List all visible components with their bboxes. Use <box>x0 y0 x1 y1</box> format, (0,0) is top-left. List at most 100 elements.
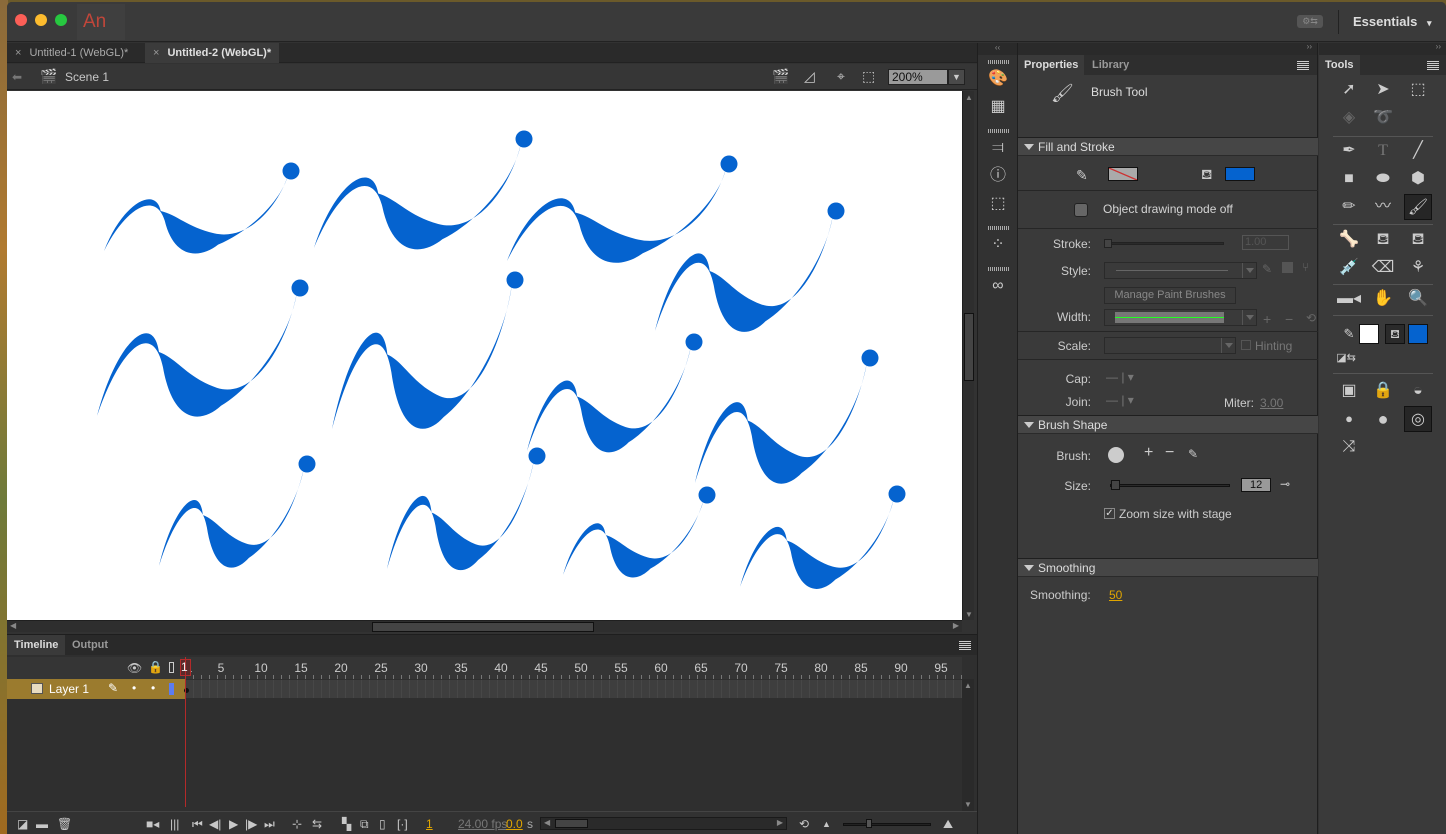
fill-color-bucket-icon[interactable]: ⛾ <box>1385 324 1405 344</box>
camera-icon[interactable]: ■◂ <box>146 817 159 831</box>
scroll-thumb[interactable] <box>372 622 594 632</box>
new-layer-icon[interactable]: ◪ <box>17 817 28 831</box>
pencil-tool[interactable]: ✏ <box>1335 194 1363 220</box>
brush-stroke[interactable] <box>314 143 521 250</box>
add-width-icon[interactable]: + <box>1263 311 1271 327</box>
manage-paint-brushes-button[interactable]: Manage Paint Brushes <box>1104 287 1236 304</box>
grip[interactable] <box>988 129 1010 133</box>
smoothing-value[interactable]: 50 <box>1109 588 1122 602</box>
stage-vertical-scrollbar[interactable]: ▲ ▼ <box>962 91 974 620</box>
brush-tool[interactable]: 🖌 <box>1404 194 1432 220</box>
minimize-window-button[interactable] <box>35 14 47 26</box>
hinting-checkbox[interactable] <box>1241 340 1251 350</box>
add-brush-shape-icon[interactable]: + <box>1144 444 1153 462</box>
layer-outline-color[interactable] <box>169 683 174 695</box>
zoom-tool[interactable]: 🔍 <box>1404 286 1432 312</box>
lasso-tool[interactable]: ➰ <box>1369 105 1397 131</box>
selection-tool[interactable]: ➚ <box>1335 77 1363 103</box>
brush-stroke[interactable] <box>695 362 867 484</box>
brush-stroke-end-dot[interactable] <box>528 447 546 465</box>
fps-value[interactable]: 24.00 fps <box>458 817 507 831</box>
edit-brush-shape-icon[interactable]: ✎ <box>1188 447 1198 461</box>
step-back-icon[interactable]: ◀| <box>209 817 221 831</box>
eyedropper-tool[interactable]: 💉 <box>1335 255 1363 281</box>
brush-stroke[interactable] <box>159 468 304 568</box>
section-brush-shape[interactable]: Brush Shape <box>1018 415 1318 434</box>
brush-stroke[interactable] <box>97 292 297 417</box>
brush-stroke-end-dot[interactable] <box>291 279 309 297</box>
workspace-switcher[interactable]: Essentials ▾ <box>1353 14 1431 29</box>
onion-outlines-icon[interactable]: ⧉ <box>360 817 369 831</box>
brush-stroke[interactable] <box>387 460 534 571</box>
scroll-thumb[interactable] <box>555 819 588 828</box>
stroke-slider[interactable] <box>1104 239 1224 248</box>
visibility-dot[interactable]: • <box>132 681 136 695</box>
bone-tool[interactable]: 🦴 <box>1335 227 1363 253</box>
brush-stroke-end-dot[interactable] <box>720 155 738 173</box>
default-swap-colors-icon[interactable]: ◪⇆ <box>1331 345 1361 371</box>
brush-stroke[interactable] <box>104 175 288 254</box>
stroke-value-input[interactable]: 1.00 <box>1242 235 1289 250</box>
clip-content-icon[interactable]: ⬚ <box>862 69 875 83</box>
stroke-color-swatch[interactable] <box>1359 324 1379 344</box>
slider-handle[interactable] <box>866 819 872 828</box>
scale-dropdown[interactable] <box>1104 337 1236 354</box>
scroll-left-icon[interactable]: ◀ <box>544 818 550 827</box>
panel-menu-icon[interactable] <box>1427 61 1439 70</box>
brush-stroke-end-dot[interactable] <box>888 485 906 503</box>
asset-warp-tool[interactable]: ⚘ <box>1404 255 1432 281</box>
first-frame-icon[interactable]: ⏮ <box>192 817 203 831</box>
tilt-icon[interactable]: ⤨ <box>1335 434 1363 460</box>
brush-stroke[interactable] <box>655 215 833 332</box>
tab-untitled-2[interactable]: × Untitled-2 (WebGL)* <box>145 43 279 63</box>
outline-icon[interactable] <box>169 662 174 673</box>
pin-icon[interactable]: ⊸ <box>1280 477 1290 491</box>
hand-tool[interactable]: ✋ <box>1369 286 1397 312</box>
scroll-right-icon[interactable]: ▶ <box>777 818 783 827</box>
color-palette-icon[interactable]: 🎨 <box>987 68 1009 90</box>
sync-settings-icon[interactable]: ⚙⇆ <box>1297 15 1323 28</box>
width-dropdown[interactable] <box>1104 309 1257 326</box>
layer-name[interactable]: Layer 1 <box>49 682 89 696</box>
pen-tool[interactable]: ✒ <box>1335 138 1363 164</box>
close-icon[interactable]: × <box>15 47 21 59</box>
frame-cells[interactable] <box>185 680 962 698</box>
tab-library[interactable]: Library <box>1086 55 1135 75</box>
brush-stroke[interactable] <box>332 284 512 429</box>
assets-icon[interactable]: ⁘ <box>987 234 1009 256</box>
layer-row[interactable]: Layer 1 ✎ • • <box>7 679 962 699</box>
stage-horizontal-scrollbar[interactable]: ◀ ▶ <box>7 620 962 632</box>
creative-cloud-icon[interactable]: ∞ <box>987 275 1009 297</box>
new-folder-icon[interactable]: ▬ <box>36 817 48 831</box>
brush-stroke-end-dot[interactable] <box>861 349 879 367</box>
transform-icon[interactable]: ⬚ <box>987 193 1009 215</box>
frame-size-slider[interactable] <box>843 819 931 828</box>
brush-shape-icon[interactable]: ● <box>1369 406 1397 432</box>
brush-stroke-end-dot[interactable] <box>827 202 845 220</box>
brush-size-icon[interactable]: ● <box>1335 406 1363 432</box>
line-tool[interactable]: ╱ <box>1404 138 1432 164</box>
current-frame-value[interactable]: 1 <box>426 817 433 831</box>
maximize-window-button[interactable] <box>55 14 67 26</box>
remove-brush-shape-icon[interactable]: − <box>1165 444 1174 462</box>
expand-icon[interactable]: ›› <box>1436 42 1441 51</box>
play-icon[interactable]: ▶ <box>229 817 238 831</box>
zoom-out-frames-icon[interactable]: ▲ <box>822 817 831 831</box>
paint-bucket-tool[interactable]: ⛾ <box>1369 227 1397 253</box>
edit-style-icon[interactable]: ✎ <box>1262 262 1272 276</box>
3d-rotation-tool[interactable]: ◈ <box>1335 105 1363 131</box>
brush-size-input[interactable]: 12 <box>1241 478 1271 492</box>
brush-stroke-end-dot[interactable] <box>698 486 716 504</box>
tab-timeline[interactable]: Timeline <box>7 635 66 655</box>
step-forward-icon[interactable]: |▶ <box>245 817 257 831</box>
close-icon[interactable]: × <box>153 47 159 59</box>
tab-untitled-1[interactable]: × Untitled-1 (WebGL)* <box>7 43 143 63</box>
brush-stroke-end-dot[interactable] <box>506 271 524 289</box>
scroll-left-icon[interactable]: ◀ <box>10 621 16 630</box>
section-fill-and-stroke[interactable]: Fill and Stroke <box>1018 137 1318 156</box>
zoom-dropdown-button[interactable]: ▼ <box>948 69 965 85</box>
stage-canvas[interactable] <box>7 91 962 620</box>
lock-fill-icon[interactable]: 🔒 <box>1369 378 1397 404</box>
info-icon[interactable]: ⓘ <box>987 165 1009 187</box>
brush-stroke[interactable] <box>507 168 726 263</box>
